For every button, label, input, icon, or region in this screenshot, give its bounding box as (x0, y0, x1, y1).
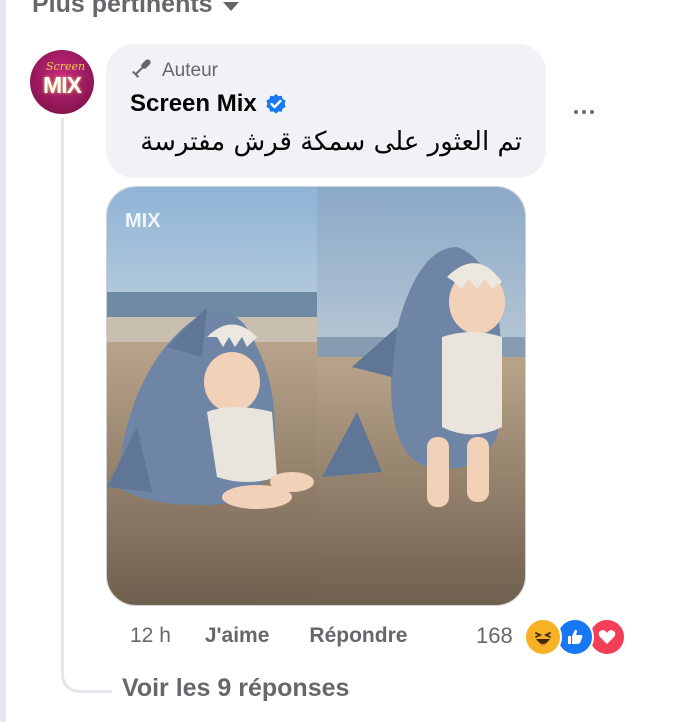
left-border (0, 0, 6, 722)
haha-reaction-icon (524, 618, 562, 656)
caret-down-icon (222, 1, 239, 11)
verified-badge-icon (265, 93, 287, 115)
avatar-logo-text: MIX (43, 71, 82, 98)
comment-bubble: Auteur Screen Mix تم العثور على سمكة قرش… (106, 44, 546, 178)
avatar-script-text: Screen (46, 60, 86, 73)
comment-photo[interactable]: MIX (106, 186, 526, 606)
thread-line (61, 118, 112, 693)
reaction-count[interactable]: 168 (476, 620, 513, 652)
more-dot-icon (590, 110, 594, 114)
sort-label: Plus pertinents (32, 0, 213, 18)
more-dot-icon (574, 110, 578, 114)
view-replies-link[interactable]: Voir les 9 réponses (122, 672, 349, 704)
more-options-button[interactable] (566, 100, 602, 124)
microphone-icon (130, 56, 154, 86)
more-dot-icon (582, 110, 586, 114)
baby-shark-costume-image: MIX (107, 187, 525, 605)
photo-watermark: MIX (125, 210, 161, 232)
like-button[interactable]: J'aime (205, 624, 270, 648)
comment-actions: 12 h J'aime Répondre (130, 620, 407, 652)
reply-button[interactable]: Répondre (309, 624, 407, 648)
comment-timestamp[interactable]: 12 h (130, 624, 171, 648)
reaction-icons[interactable] (524, 618, 630, 656)
author-badge: Auteur (130, 58, 522, 84)
author-badge-label: Auteur (162, 60, 218, 81)
author-name[interactable]: Screen Mix (130, 90, 257, 118)
avatar[interactable]: Screen MIX (30, 50, 94, 114)
comment-text: تم العثور على سمكة قرش مفترسة (140, 127, 522, 157)
sort-dropdown[interactable]: Plus pertinents (32, 0, 239, 20)
